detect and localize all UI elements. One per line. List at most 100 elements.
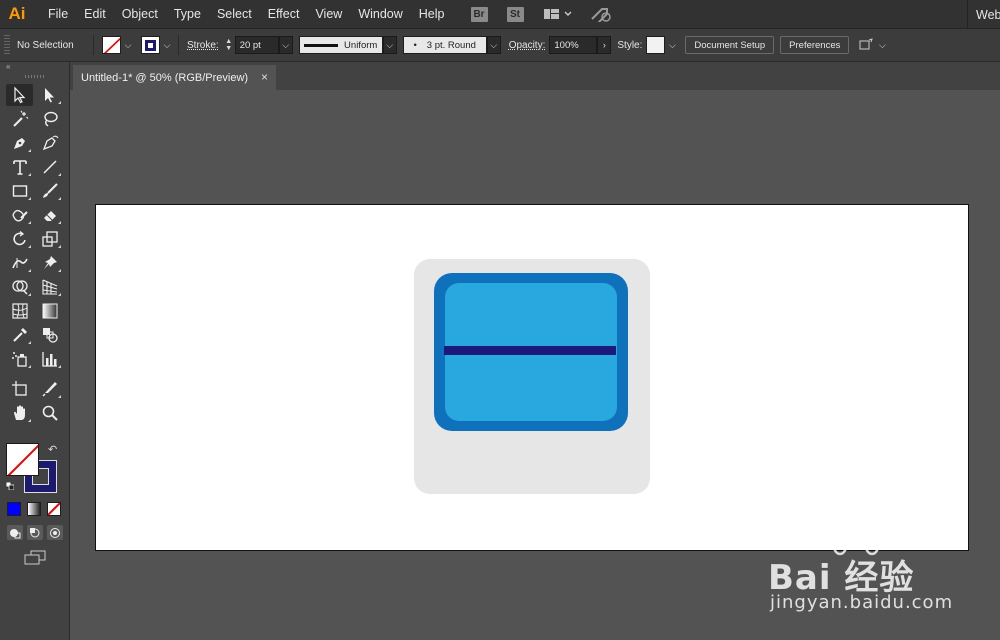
variable-width-profile[interactable]: Uniform xyxy=(298,36,383,54)
chevron-down-icon: ⌵ xyxy=(878,39,886,50)
lasso-tool[interactable] xyxy=(36,108,63,130)
opacity-label[interactable]: Opacity: xyxy=(509,40,546,51)
blend-icon xyxy=(42,328,58,343)
direct-selection-tool[interactable] xyxy=(36,84,63,106)
width-tool[interactable] xyxy=(6,252,33,274)
blend-tool[interactable] xyxy=(36,324,63,346)
bridge-button[interactable]: Br xyxy=(470,6,488,22)
curvature-icon xyxy=(42,135,58,151)
chevron-down-icon: ⌵ xyxy=(163,39,171,50)
panel-grip[interactable] xyxy=(24,75,45,78)
pushpin-icon xyxy=(43,256,57,269)
bar-graph-icon xyxy=(41,352,57,367)
draw-inside-button[interactable] xyxy=(47,525,63,540)
horizontal-bar-shape[interactable] xyxy=(444,346,616,355)
rounded-frame-shape[interactable] xyxy=(434,273,628,431)
chevron-down-icon: ⌵ xyxy=(282,39,290,50)
type-tool[interactable] xyxy=(6,156,33,178)
curvature-tool[interactable] xyxy=(36,132,63,154)
mesh-tool[interactable] xyxy=(6,300,33,322)
selection-tool[interactable] xyxy=(6,84,33,106)
magic-wand-tool[interactable] xyxy=(6,108,33,130)
panel-menu-button[interactable]: ⌵ xyxy=(875,36,889,54)
artboard-tool[interactable] xyxy=(6,378,33,400)
draw-behind-button[interactable] xyxy=(27,525,43,540)
color-mode-button[interactable] xyxy=(7,502,21,516)
rotate-icon xyxy=(12,231,26,246)
fill-swatch[interactable] xyxy=(102,36,121,54)
stock-button[interactable]: St xyxy=(506,6,524,22)
mesh-icon xyxy=(11,303,28,319)
menu-effect[interactable]: Effect xyxy=(260,0,308,29)
rotate-tool[interactable] xyxy=(6,228,33,250)
hand-tool[interactable] xyxy=(6,402,33,424)
eyedropper-tool[interactable] xyxy=(6,324,33,346)
gpu-performance-button[interactable] xyxy=(590,7,612,22)
fill-dropdown-button[interactable]: ⌵ xyxy=(121,36,135,54)
default-fill-stroke-icon[interactable] xyxy=(6,482,14,490)
shape-builder-tool[interactable] xyxy=(6,276,33,298)
column-graph-tool[interactable] xyxy=(36,348,63,370)
artboard[interactable] xyxy=(95,204,969,551)
document-setup-button[interactable]: Document Setup xyxy=(685,36,775,54)
stroke-weight-dropdown[interactable]: ⌵ xyxy=(278,36,293,54)
stroke-label[interactable]: Stroke: xyxy=(187,40,219,51)
type-icon xyxy=(12,160,27,175)
perspective-grid-icon xyxy=(41,279,57,295)
divider xyxy=(93,35,94,55)
menu-select[interactable]: Select xyxy=(209,0,260,29)
magnifier-icon xyxy=(42,405,58,421)
puppet-warp-tool[interactable] xyxy=(36,252,63,274)
graphic-style-swatch[interactable] xyxy=(646,36,666,54)
control-bar-grip[interactable] xyxy=(4,35,10,55)
swap-fill-stroke-icon[interactable]: ↶ xyxy=(48,443,57,456)
style-dropdown[interactable]: ⌵ xyxy=(665,36,679,54)
fill-color-box[interactable] xyxy=(6,443,39,476)
selection-status: No Selection xyxy=(17,39,74,51)
gradient-tool[interactable] xyxy=(36,300,63,322)
zoom-tool[interactable] xyxy=(36,402,63,424)
menu-file[interactable]: File xyxy=(40,0,76,29)
stroke-dropdown-button[interactable]: ⌵ xyxy=(160,36,174,54)
menu-edit[interactable]: Edit xyxy=(76,0,114,29)
divider xyxy=(178,35,179,55)
screen-mode-button[interactable] xyxy=(24,550,46,565)
eraser-tool[interactable] xyxy=(36,204,63,226)
profile-dropdown[interactable]: ⌵ xyxy=(382,36,397,54)
paintbrush-tool[interactable] xyxy=(36,180,63,202)
brush-definition[interactable]: • 3 pt. Round xyxy=(402,36,487,54)
opacity-input[interactable]: 100% xyxy=(549,36,598,54)
draw-normal-button[interactable] xyxy=(7,525,23,540)
close-tab-icon[interactable]: × xyxy=(261,70,268,84)
shaper-tool[interactable] xyxy=(6,204,33,226)
opacity-expand[interactable]: › xyxy=(597,36,612,54)
symbol-sprayer-tool[interactable] xyxy=(6,348,33,370)
slice-tool[interactable] xyxy=(36,378,63,400)
document-tab[interactable]: Untitled-1* @ 50% (RGB/Preview) × xyxy=(73,65,276,90)
stroke-weight-stepper[interactable]: ▲ ▼ xyxy=(223,36,235,54)
arrange-panel-button[interactable] xyxy=(857,36,875,54)
pen-tool[interactable] xyxy=(6,132,33,154)
arrange-documents-button[interactable] xyxy=(543,7,573,22)
rectangle-tool[interactable] xyxy=(6,180,33,202)
gradient-mode-button[interactable] xyxy=(27,502,41,516)
rectangle-icon xyxy=(12,185,27,197)
menu-object[interactable]: Object xyxy=(114,0,166,29)
line-segment-tool[interactable] xyxy=(36,156,63,178)
stroke-weight-input[interactable]: 20 pt xyxy=(234,36,279,54)
stroke-swatch[interactable] xyxy=(141,36,160,54)
preferences-button[interactable]: Preferences xyxy=(780,36,850,54)
brush-dropdown[interactable]: ⌵ xyxy=(486,36,501,54)
workspace-switcher[interactable]: Web xyxy=(967,0,1000,29)
menu-window[interactable]: Window xyxy=(350,0,410,29)
scale-tool[interactable] xyxy=(36,228,63,250)
menu-view[interactable]: View xyxy=(307,0,350,29)
style-label: Style: xyxy=(617,39,643,51)
collapse-panel-button[interactable]: « xyxy=(0,62,69,72)
perspective-grid-tool[interactable] xyxy=(36,276,63,298)
menu-help[interactable]: Help xyxy=(411,0,453,29)
stock-icon: St xyxy=(506,6,524,22)
arrow-icon xyxy=(13,86,25,104)
none-mode-button[interactable] xyxy=(47,502,61,516)
menu-type[interactable]: Type xyxy=(166,0,209,29)
